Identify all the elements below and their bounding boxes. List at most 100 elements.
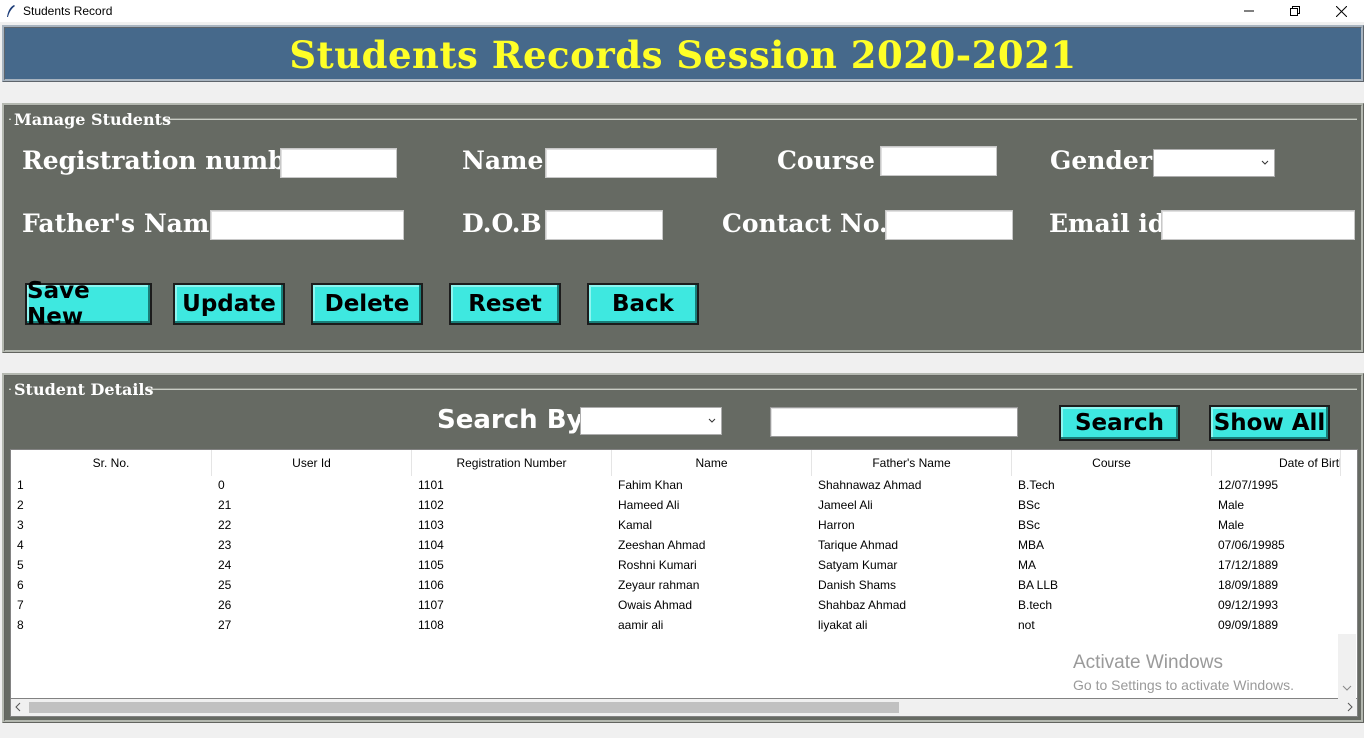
manage-students-frame: Manage Students Registration number Name… (2, 103, 1364, 353)
table-cell: Tarique Ahmad (818, 538, 899, 552)
table-cell: BSc (1018, 518, 1041, 532)
table-row[interactable]: 7 26 1107 Owais Ahmad Shahbaz Ahmad B.tech 09/… (11, 595, 1341, 615)
table-cell: 24 (218, 558, 232, 572)
search-button[interactable]: Search (1059, 405, 1180, 441)
chevron-down-icon (708, 418, 716, 423)
table-cell: Shahbaz Ahmad (818, 598, 907, 612)
table-cell: 09/09/1889 (1218, 618, 1279, 632)
scroll-left-icon[interactable] (14, 702, 22, 712)
name-input[interactable] (545, 148, 717, 178)
app-window: Students Record Students Records Session… (0, 0, 1364, 738)
table-row[interactable]: 4 23 1104 Zeeshan Ahmad Tarique Ahmad MBA 07/0… (11, 535, 1341, 555)
table-cell: aamir ali (618, 618, 664, 632)
gender-select[interactable] (1153, 149, 1275, 177)
table-cell: MA (1018, 558, 1036, 572)
table-cell: Zeeshan Ahmad (618, 538, 706, 552)
table-row[interactable]: 5 24 1105 Roshni Kumari Satyam Kumar MA 17/12/… (11, 555, 1341, 575)
minimize-button[interactable] (1226, 0, 1272, 22)
table-cell: 1104 (418, 538, 444, 552)
column-header[interactable]: Course (1012, 450, 1212, 476)
header-banner: Students Records Session 2020-2021 (2, 25, 1364, 82)
table-cell: 1105 (418, 558, 444, 572)
scrollbar-thumb[interactable] (29, 702, 899, 713)
update-button[interactable]: Update (173, 283, 285, 325)
table-cell: 12/07/1995 (1218, 478, 1279, 492)
delete-button[interactable]: Delete (311, 283, 423, 325)
table-cell: Kamal (618, 518, 653, 532)
dob-label: D.O.B (462, 209, 542, 238)
table-cell: Harron (818, 518, 855, 532)
table-row[interactable]: 8 27 1108 aamir ali liyakat ali not 09/09/1889 (11, 615, 1341, 635)
table-cell: 6 (17, 578, 24, 592)
table-cell: 0 (218, 478, 225, 492)
registration-input[interactable] (280, 148, 397, 178)
scroll-down-icon (1342, 685, 1352, 691)
search-by-label: Search By (437, 405, 584, 435)
table-row[interactable]: 1 0 1101 Fahim Khan Shahnawaz Ahmad B.Tech 12/… (11, 475, 1341, 495)
contact-label: Contact No. (722, 209, 888, 238)
table-cell: Male (1218, 518, 1245, 532)
horizontal-scrollbar[interactable] (10, 699, 1358, 717)
column-header[interactable]: Registration Number (412, 450, 612, 476)
table-cell: 1106 (418, 578, 444, 592)
chevron-down-icon (1261, 160, 1269, 165)
table-cell: 1102 (418, 498, 444, 512)
table-cell: 3 (17, 518, 24, 532)
table-cell: 27 (218, 618, 232, 632)
scroll-right-icon[interactable] (1346, 702, 1354, 712)
close-icon (1335, 5, 1347, 17)
course-input[interactable] (880, 146, 997, 176)
back-button[interactable]: Back (587, 283, 699, 325)
activate-windows-watermark: Activate Windows Go to Settings to activ… (1073, 652, 1294, 693)
table-cell: B.tech (1018, 598, 1053, 612)
table-cell: Zeyaur rahman (618, 578, 700, 592)
column-header[interactable]: User Id (212, 450, 412, 476)
table-row[interactable]: 2 21 1102 Hameed Ali Jameel Ali BSc Male (11, 495, 1341, 515)
feather-icon (7, 5, 15, 17)
column-header[interactable]: Father's Name (812, 450, 1012, 476)
father-name-input[interactable] (210, 210, 404, 240)
table-cell: 1107 (418, 598, 444, 612)
vertical-scrollbar[interactable] (1338, 634, 1356, 700)
table-cell: 8 (17, 618, 24, 632)
page-title: Students Records Session 2020-2021 (289, 33, 1077, 77)
table-cell: 1 (17, 478, 24, 492)
table-cell: 26 (218, 598, 232, 612)
reset-button[interactable]: Reset (449, 283, 561, 325)
table-cell: 1101 (418, 478, 444, 492)
contact-input[interactable] (885, 210, 1013, 240)
dob-input[interactable] (545, 210, 663, 240)
manage-students-legend: Manage Students (14, 110, 171, 129)
gender-label: Gender (1050, 146, 1152, 175)
search-by-select[interactable] (580, 407, 722, 435)
close-button[interactable] (1318, 0, 1364, 22)
table-cell: MBA (1018, 538, 1045, 552)
column-header[interactable]: Sr. No. (11, 450, 212, 476)
table-row[interactable]: 3 22 1103 Kamal Harron BSc Male (11, 515, 1341, 535)
table-cell: Satyam Kumar (818, 558, 898, 572)
column-header[interactable]: Name (612, 450, 812, 476)
save-new-button[interactable]: Save New (25, 278, 152, 330)
table-cell: 1108 (418, 618, 444, 632)
father-name-label: Father's Name (22, 209, 226, 238)
table-cell: BA LLB (1018, 578, 1059, 592)
restore-button[interactable] (1272, 0, 1318, 22)
course-label: Course (777, 146, 875, 175)
search-input[interactable] (770, 407, 1018, 437)
table-cell: 25 (218, 578, 232, 592)
table-cell: Hameed Ali (618, 498, 680, 512)
window-title: Students Record (23, 4, 113, 18)
table-cell: 17/12/1889 (1218, 558, 1279, 572)
table-cell: Jameel Ali (818, 498, 873, 512)
table-cell: 5 (17, 558, 24, 572)
table-cell: 1103 (418, 518, 444, 532)
table-cell: Fahim Khan (618, 478, 683, 492)
email-input[interactable] (1161, 210, 1355, 240)
table-cell: Owais Ahmad (618, 598, 693, 612)
watermark-title: Activate Windows (1073, 652, 1223, 673)
restore-icon (1290, 6, 1300, 16)
registration-label: Registration number (22, 146, 315, 175)
column-header[interactable]: Date of Birth (1212, 450, 1341, 476)
table-row[interactable]: 6 25 1106 Zeyaur rahman Danish Shams BA LLB 18… (11, 575, 1341, 595)
show-all-button[interactable]: Show All (1209, 405, 1330, 441)
